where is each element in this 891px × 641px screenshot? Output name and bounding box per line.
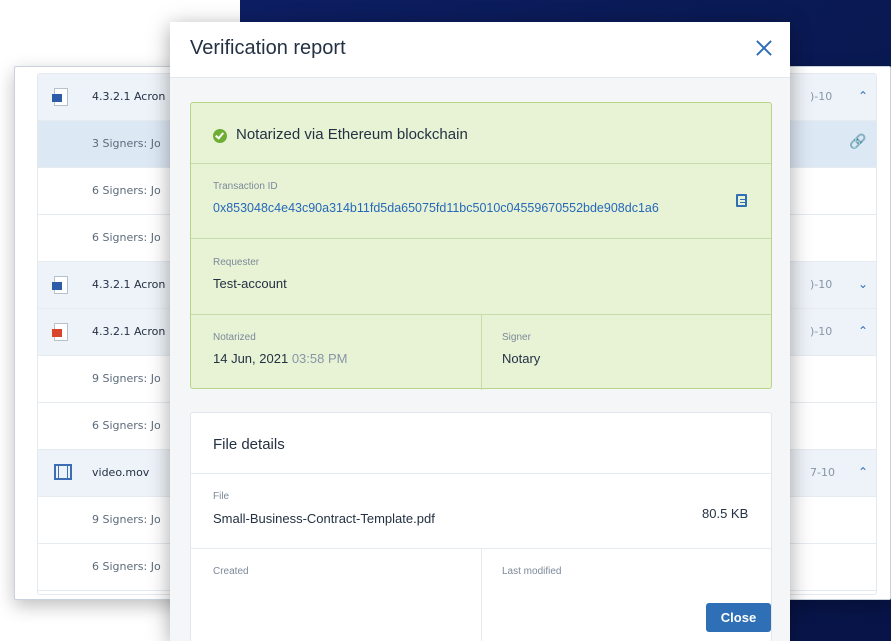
transaction-id-value[interactable]: 0x853048c4e43c90a314b11fd5da65075fd11bc5… xyxy=(213,201,659,215)
close-icon[interactable] xyxy=(754,38,774,58)
file-name: 4.3.2.1 Acron xyxy=(92,325,166,338)
file-name: video.mov xyxy=(92,466,150,479)
divider xyxy=(191,163,771,164)
last-modified-label: Last modified xyxy=(502,566,562,577)
file-details-title: File details xyxy=(213,436,285,453)
signers-text: 6 Signers: Jo xyxy=(92,560,161,573)
close-button[interactable]: Close xyxy=(706,603,771,632)
file-date: )-10 xyxy=(810,90,833,103)
chevron-up-icon[interactable]: ⌃ xyxy=(858,465,868,479)
divider xyxy=(191,238,771,239)
notarization-card: Notarized via Ethereum blockchain Transa… xyxy=(190,102,772,390)
video-file-icon xyxy=(54,464,72,482)
link-icon[interactable]: 🔗 xyxy=(849,134,866,150)
requester-label: Requester xyxy=(213,257,260,268)
signers-text: 3 Signers: Jo xyxy=(92,137,161,150)
chevron-down-icon[interactable]: ⌄ xyxy=(858,277,868,291)
file-name-value: Small-Business-Contract-Template.pdf xyxy=(213,511,435,526)
file-details-card: File details File Small-Business-Contrac… xyxy=(190,412,772,641)
signers-text: 6 Signers: Jo xyxy=(92,184,161,197)
verification-report-dialog: Verification report Notarized via Ethere… xyxy=(170,22,790,641)
file-date: )-10 xyxy=(810,278,833,291)
file-name: 4.3.2.1 Acron xyxy=(92,90,166,103)
signers-text: 9 Signers: Jo xyxy=(92,513,161,526)
notarization-status: Notarized via Ethereum blockchain xyxy=(236,126,468,143)
divider xyxy=(481,548,482,641)
dialog-title: Verification report xyxy=(190,37,346,59)
notarized-date: 14 Jun, 2021 xyxy=(213,351,289,366)
dialog-header: Verification report xyxy=(170,22,790,78)
signer-value: Notary xyxy=(502,351,541,366)
signer-label: Signer xyxy=(502,332,531,343)
signers-text: 6 Signers: Jo xyxy=(92,231,161,244)
file-name: 4.3.2.1 Acron xyxy=(92,278,166,291)
check-circle-icon xyxy=(213,129,227,143)
word-doc-icon xyxy=(52,276,68,294)
transaction-id-label: Transaction ID xyxy=(213,181,278,192)
signers-text: 9 Signers: Jo xyxy=(92,372,161,385)
divider xyxy=(481,314,482,390)
chevron-up-icon[interactable]: ⌃ xyxy=(858,324,868,338)
file-date: )-10 xyxy=(810,325,833,338)
pdf-doc-icon xyxy=(52,323,68,341)
signers-text: 6 Signers: Jo xyxy=(92,419,161,432)
notarized-label: Notarized xyxy=(213,332,256,343)
created-label: Created xyxy=(213,566,249,577)
word-doc-icon xyxy=(52,88,68,106)
divider xyxy=(191,473,771,474)
copy-icon[interactable] xyxy=(736,194,747,207)
chevron-up-icon[interactable]: ⌃ xyxy=(858,89,868,103)
file-label: File xyxy=(213,491,230,502)
file-date: 7-10 xyxy=(810,466,835,479)
notarized-time: 03:58 PM xyxy=(291,351,348,366)
notarized-value: 14 Jun, 2021 03:58 PM xyxy=(213,351,347,366)
file-size: 80.5 KB xyxy=(702,506,749,521)
requester-value: Test-account xyxy=(213,276,287,291)
